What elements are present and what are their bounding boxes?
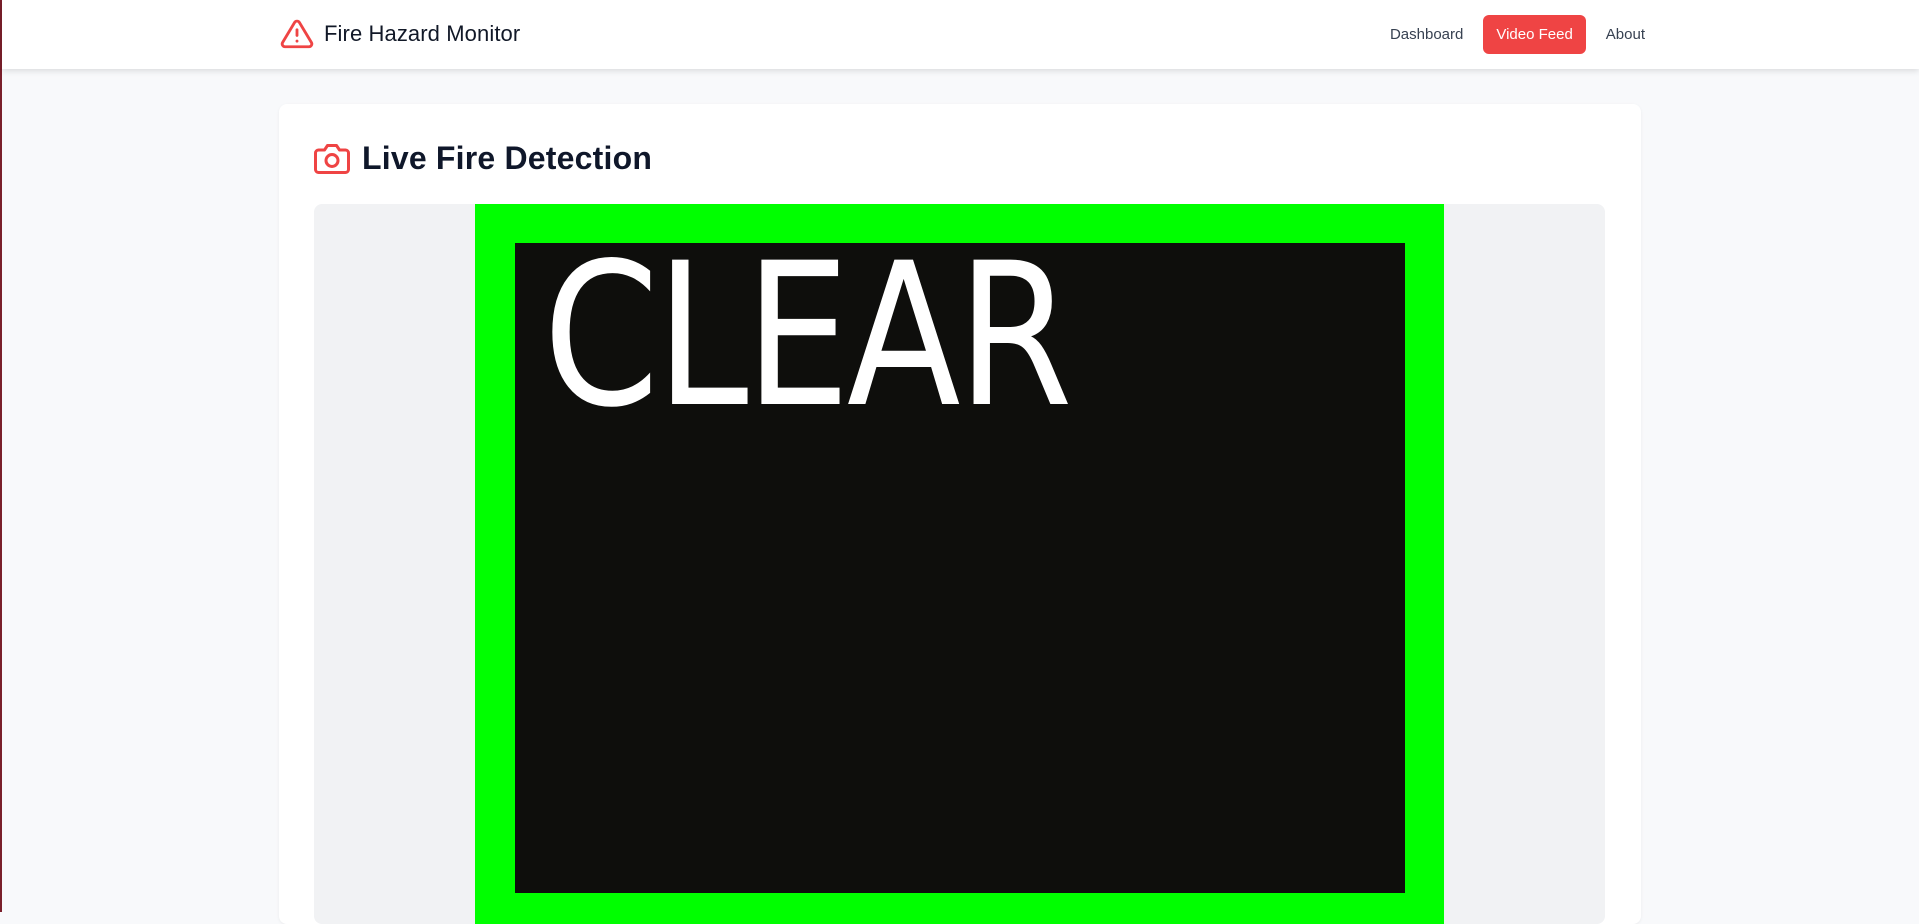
detection-status-label: CLEAR [543, 220, 1073, 451]
nav-dashboard[interactable]: Dashboard [1376, 16, 1477, 53]
navbar: Fire Hazard Monitor Dashboard Video Feed… [2, 0, 1919, 69]
page-title: Live Fire Detection [362, 140, 653, 176]
brand[interactable]: Fire Hazard Monitor [280, 16, 520, 52]
card-header: Live Fire Detection [314, 140, 652, 177]
video-feed-area: CLEAR [314, 204, 1605, 924]
camera-icon [314, 143, 350, 174]
nav-video-feed[interactable]: Video Feed [1483, 15, 1586, 54]
nav-about[interactable]: About [1592, 16, 1659, 53]
warning-triangle-icon [280, 19, 314, 49]
video-frame-content: CLEAR [515, 237, 1405, 893]
main-nav: Dashboard Video Feed About [1376, 15, 1659, 54]
video-feed: CLEAR [475, 204, 1444, 924]
window-edge [0, 0, 2, 912]
app-title: Fire Hazard Monitor [324, 21, 521, 46]
live-detection-card: Live Fire Detection CLEAR [279, 104, 1641, 924]
